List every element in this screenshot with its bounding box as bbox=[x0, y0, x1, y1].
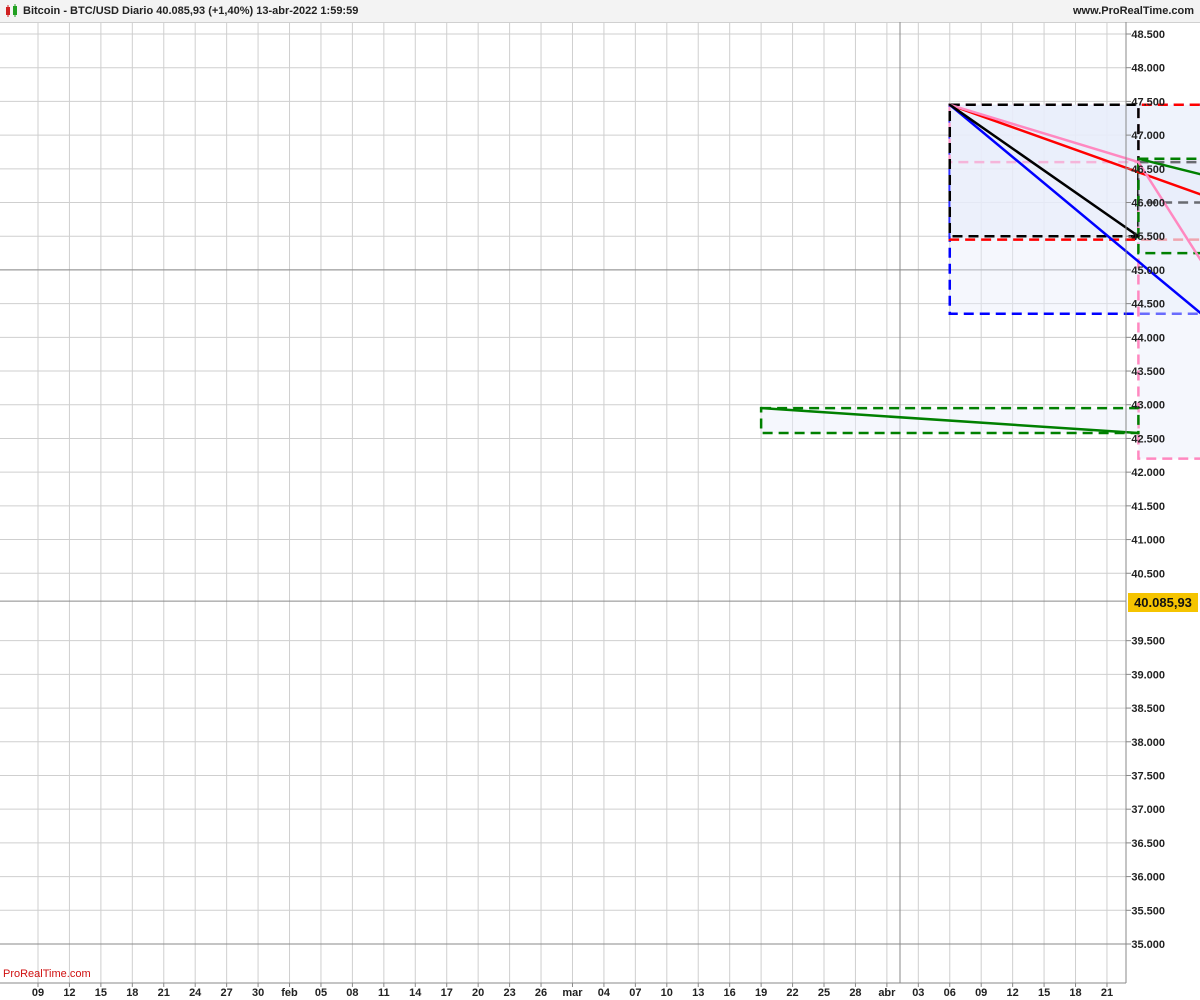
x-tick-label: 09 bbox=[975, 987, 987, 999]
y-tick-label: 43.500 bbox=[1131, 366, 1165, 378]
y-tick-label: 38.500 bbox=[1131, 703, 1165, 715]
x-tick-label: 23 bbox=[503, 987, 515, 999]
y-tick-label: 43.000 bbox=[1131, 400, 1165, 412]
y-tick-label: 35.000 bbox=[1131, 939, 1165, 951]
x-tick-label: 15 bbox=[95, 987, 107, 999]
x-tick-label: 30 bbox=[252, 987, 264, 999]
y-tick-label: 37.000 bbox=[1131, 804, 1165, 816]
x-tick-label: 19 bbox=[755, 987, 767, 999]
x-tick-label: 06 bbox=[944, 987, 956, 999]
y-tick-label: 47.500 bbox=[1131, 96, 1165, 108]
y-tick-label: 36.500 bbox=[1131, 838, 1165, 850]
x-tick-label: feb bbox=[281, 987, 298, 999]
x-tick-label: 04 bbox=[598, 987, 611, 999]
y-tick-label: 41.500 bbox=[1131, 501, 1165, 513]
y-tick-label: 45.000 bbox=[1131, 265, 1165, 277]
x-tick-label: 08 bbox=[346, 987, 358, 999]
y-tick-label: 36.000 bbox=[1131, 872, 1165, 884]
x-tick-label: 05 bbox=[315, 987, 327, 999]
price-chart[interactable]: 09 12 15 18 21 24 27 30 feb 05 08 11 14 17 20 23 26 mar 04… bbox=[0, 0, 1200, 1000]
x-tick-label: 09 bbox=[32, 987, 44, 999]
y-tick-label: 40.500 bbox=[1131, 568, 1165, 580]
x-tick-label: 21 bbox=[158, 987, 170, 999]
x-tick-label: 11 bbox=[378, 987, 390, 999]
x-tick-label: 10 bbox=[661, 987, 673, 999]
last-price-badge: 40.085,93 bbox=[1128, 593, 1198, 612]
y-tick-label: 41.000 bbox=[1131, 535, 1165, 547]
x-tick-label: 24 bbox=[189, 987, 202, 999]
y-tick-label: 46.000 bbox=[1131, 198, 1165, 210]
y-tick-label: 38.000 bbox=[1131, 737, 1165, 749]
x-tick-label: 21 bbox=[1101, 987, 1113, 999]
y-tick-label: 45.500 bbox=[1131, 231, 1165, 243]
x-tick-label: 13 bbox=[692, 987, 704, 999]
y-tick-label: 44.000 bbox=[1131, 332, 1165, 344]
x-tick-label: 18 bbox=[126, 987, 138, 999]
x-tick-label: 26 bbox=[535, 987, 547, 999]
y-tick-label: 37.500 bbox=[1131, 770, 1165, 782]
x-tick-label: abr bbox=[878, 987, 896, 999]
x-tick-label: 17 bbox=[441, 987, 453, 999]
x-tick-label: 03 bbox=[912, 987, 924, 999]
x-tick-label: 20 bbox=[472, 987, 484, 999]
y-tick-label: 35.500 bbox=[1131, 905, 1165, 917]
y-tick-label: 39.000 bbox=[1131, 669, 1165, 681]
x-tick-label: 22 bbox=[786, 987, 798, 999]
watermark: ProRealTime.com bbox=[3, 968, 91, 980]
x-tick-label: 12 bbox=[1007, 987, 1019, 999]
x-tick-label: 18 bbox=[1069, 987, 1081, 999]
x-tick-label: 07 bbox=[629, 987, 641, 999]
x-tick-label: 25 bbox=[818, 987, 830, 999]
x-tick-label: 28 bbox=[849, 987, 861, 999]
x-tick-label: 27 bbox=[221, 987, 233, 999]
x-tick-label: 12 bbox=[63, 987, 75, 999]
y-tick-label: 39.500 bbox=[1131, 636, 1165, 648]
y-tick-label: 42.000 bbox=[1131, 467, 1165, 479]
x-tick-label: 15 bbox=[1038, 987, 1050, 999]
y-tick-label: 47.000 bbox=[1131, 130, 1165, 142]
y-tick-label: 42.500 bbox=[1131, 433, 1165, 445]
x-tick-label: 16 bbox=[724, 987, 736, 999]
y-tick-label: 48.000 bbox=[1131, 63, 1165, 75]
x-tick-label: mar bbox=[562, 987, 583, 999]
y-tick-label: 48.500 bbox=[1131, 29, 1165, 41]
x-tick-label: 14 bbox=[409, 987, 422, 999]
y-tick-label: 44.500 bbox=[1131, 299, 1165, 311]
y-tick-label: 46.500 bbox=[1131, 164, 1165, 176]
